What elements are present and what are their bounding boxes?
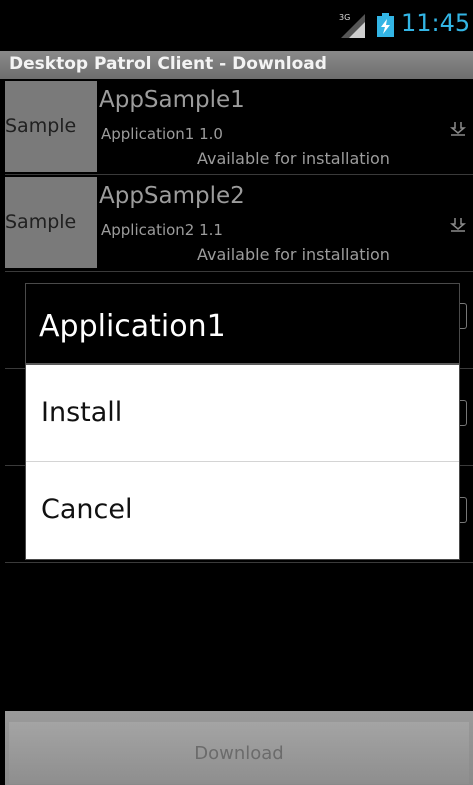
app-version: Application2 1.1 [101, 221, 223, 239]
title-bar: Desktop Patrol Client - Download [0, 51, 473, 79]
bottom-bar: Download [5, 711, 473, 785]
download-icon [450, 122, 466, 136]
page-title: Desktop Patrol Client - Download [9, 54, 327, 74]
list-item[interactable]: Sample AppSample2 Application2 1.1 Avail… [0, 176, 473, 269]
svg-text:3G: 3G [339, 13, 350, 22]
divider [5, 271, 473, 272]
app-thumbnail: Sample [5, 81, 97, 172]
cancel-option[interactable]: Cancel [26, 462, 459, 558]
list-item[interactable]: Sample AppSample1 Application1 1.0 Avail… [0, 80, 473, 173]
app-name: AppSample1 [99, 87, 245, 113]
status-clock: 11:45 [401, 9, 471, 37]
battery-icon [377, 13, 394, 37]
download-icon [450, 218, 466, 232]
app-action-dialog: Application1 Install Cancel [25, 283, 460, 560]
download-button[interactable]: Download [9, 722, 469, 784]
signal-icon: 3G [339, 13, 365, 38]
divider [5, 174, 473, 175]
app-name: AppSample2 [99, 183, 245, 209]
status-bar: 3G 11:45 [0, 0, 473, 46]
app-version: Application1 1.0 [101, 125, 223, 143]
app-thumbnail: Sample [5, 177, 97, 268]
dialog-title: Application1 [26, 284, 459, 365]
app-status: Available for installation [197, 245, 390, 264]
app-status: Available for installation [197, 149, 390, 168]
install-option[interactable]: Install [26, 365, 459, 462]
divider [5, 562, 473, 563]
